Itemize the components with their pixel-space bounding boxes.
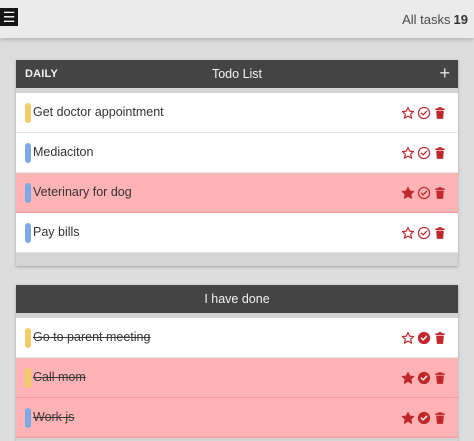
check-circle-outline-icon[interactable] <box>417 186 431 200</box>
check-circle-outline-icon[interactable] <box>417 226 431 240</box>
task-actions <box>401 145 447 161</box>
check-circle-outline-icon[interactable] <box>417 106 431 120</box>
task-label: Pay bills <box>33 225 80 239</box>
blue-priority-marker <box>25 143 31 163</box>
blue-priority-marker <box>25 223 31 243</box>
star-filled-icon[interactable] <box>401 411 415 425</box>
task-actions <box>401 370 447 386</box>
task-actions <box>401 330 447 346</box>
trash-icon[interactable] <box>433 106 447 120</box>
add-task-icon[interactable]: + <box>439 63 450 83</box>
task-count-value: 19 <box>453 12 468 27</box>
trash-icon[interactable] <box>433 371 447 385</box>
star-filled-icon[interactable] <box>401 371 415 385</box>
star-outline-icon[interactable] <box>401 331 415 345</box>
yellow-priority-marker <box>25 368 31 388</box>
done-list-title: I have done <box>204 292 270 306</box>
task-count-label: All tasks <box>402 12 451 27</box>
task-row[interactable]: Call mom <box>16 358 458 398</box>
hamburger-menu-icon: ☰ <box>2 9 16 25</box>
yellow-priority-marker <box>25 103 31 123</box>
task-label: Go to parent meeting <box>33 330 151 344</box>
trash-icon[interactable] <box>433 146 447 160</box>
done-list-panel: I have done Go to parent meeting Call mom… <box>16 285 458 441</box>
task-label: Call mom <box>33 370 86 384</box>
check-circle-filled-icon[interactable] <box>417 331 431 345</box>
check-circle-outline-icon[interactable] <box>417 146 431 160</box>
task-label: Mediaciton <box>33 145 94 159</box>
task-actions <box>401 185 447 201</box>
star-outline-icon[interactable] <box>401 226 415 240</box>
check-circle-filled-icon[interactable] <box>417 411 431 425</box>
yellow-priority-marker <box>25 328 31 348</box>
star-outline-icon[interactable] <box>401 146 415 160</box>
trash-icon[interactable] <box>433 331 447 345</box>
done-items-list: Go to parent meeting Call mom Work js <box>16 318 458 438</box>
hamburger-menu-button[interactable]: ☰ <box>0 8 18 26</box>
trash-icon[interactable] <box>433 226 447 240</box>
top-bar: ☰ All tasks 19 <box>0 0 474 38</box>
todo-list-title: Todo List <box>211 67 263 81</box>
task-row[interactable]: Go to parent meeting <box>16 318 458 358</box>
task-label: Get doctor appointment <box>33 105 164 119</box>
done-list-header: I have done <box>16 285 458 313</box>
trash-icon[interactable] <box>433 411 447 425</box>
task-actions <box>401 410 447 426</box>
task-row[interactable]: Pay bills <box>16 213 458 253</box>
task-actions <box>401 225 447 241</box>
todo-items-list: Get doctor appointment Mediaciton Veterina… <box>16 93 458 253</box>
task-row[interactable]: Get doctor appointment <box>16 93 458 133</box>
todo-list-panel: DAILY Todo List + Get doctor appointment… <box>16 60 458 266</box>
task-row[interactable]: Work js <box>16 398 458 438</box>
task-row[interactable]: Veterinary for dog <box>16 173 458 213</box>
blue-priority-marker <box>25 183 31 203</box>
todo-list-header: DAILY Todo List + <box>16 60 458 88</box>
trash-icon[interactable] <box>433 186 447 200</box>
task-actions <box>401 105 447 121</box>
blue-priority-marker <box>25 408 31 428</box>
star-filled-icon[interactable] <box>401 186 415 200</box>
task-label: Veterinary for dog <box>33 185 132 199</box>
task-counter: All tasks 19 <box>402 12 468 27</box>
task-label: Work js <box>33 410 75 424</box>
task-row[interactable]: Mediaciton <box>16 133 458 173</box>
star-outline-icon[interactable] <box>401 106 415 120</box>
check-circle-filled-icon[interactable] <box>417 371 431 385</box>
